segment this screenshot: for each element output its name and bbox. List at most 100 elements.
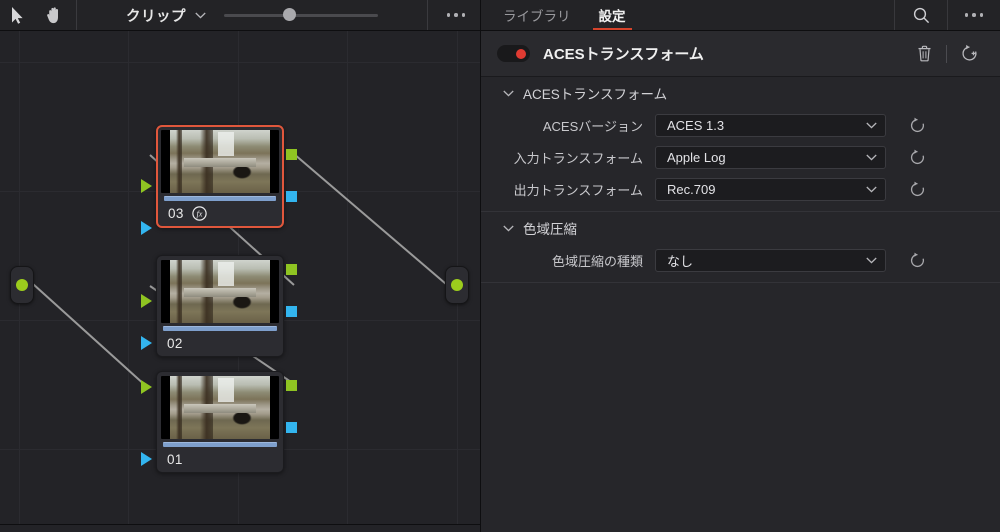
toolbar-center-group: クリップ [81, 5, 423, 26]
node-01-rgb-input[interactable] [141, 380, 152, 394]
node-graph-pane: クリップ 03 fx 02 01 [0, 0, 480, 532]
source-connector-node[interactable] [10, 266, 34, 304]
node-03-key-input[interactable] [141, 221, 152, 235]
chevron-down-icon [866, 186, 877, 193]
output-transform-select[interactable]: Rec.709 [655, 177, 886, 201]
grid-line [347, 31, 348, 525]
chevron-down-icon [866, 122, 877, 129]
reset-output-transform-button[interactable] [886, 181, 948, 198]
search-icon [913, 7, 930, 24]
zoom-slider[interactable] [224, 7, 378, 23]
tab-settings-label: 設定 [598, 9, 626, 24]
node-01-rgb-output[interactable] [286, 380, 297, 391]
input-transform-select[interactable]: Apple Log [655, 145, 886, 169]
node-03[interactable]: 03 fx [156, 125, 284, 228]
svg-text:fx: fx [196, 210, 202, 219]
row-label: 入力トランスフォーム [513, 150, 643, 166]
grid-line [0, 62, 480, 63]
effect-header: ACESトランスフォーム [481, 31, 1000, 77]
inspector-search-button[interactable] [894, 0, 947, 30]
node-02-key-input[interactable] [141, 336, 152, 350]
reset-input-transform-button[interactable] [886, 149, 948, 166]
chevron-down-icon [866, 257, 877, 264]
select-value: ACES 1.3 [667, 117, 725, 133]
select-arrow-icon[interactable] [0, 0, 36, 30]
zoom-slider-track [224, 14, 378, 17]
header-divider [946, 44, 947, 63]
node-02-key-output[interactable] [286, 306, 297, 317]
thumbnail-image [170, 260, 270, 323]
section-bottom-divider [481, 282, 1000, 283]
reset-icon [909, 149, 926, 166]
chevron-down-icon[interactable] [195, 12, 206, 19]
thumbnail-image [170, 376, 270, 439]
trash-icon [917, 45, 932, 62]
node-thumbnail [161, 376, 279, 439]
graph-bottom-divider [0, 524, 480, 525]
node-number: 02 [167, 336, 183, 351]
toggle-knob [516, 48, 526, 59]
reset-gamut-compression-button[interactable] [886, 252, 948, 269]
chevron-down-icon [866, 154, 877, 161]
tab-library[interactable]: ライブラリ [481, 0, 585, 30]
zoom-slider-thumb[interactable] [283, 8, 296, 21]
node-01[interactable]: 01 [156, 371, 284, 473]
reset-aces-version-button[interactable] [886, 117, 948, 134]
select-value: Rec.709 [667, 181, 716, 197]
section-aces-transform: ACESトランスフォーム ACESバージョン ACES 1.3 入力トランスフォ… [481, 77, 1000, 211]
node-label-row: 02 [157, 331, 283, 356]
more-options-icon [964, 13, 984, 17]
node-02-rgb-output[interactable] [286, 264, 297, 275]
fx-icon: fx [192, 206, 207, 221]
hand-pan-icon[interactable] [36, 0, 72, 30]
toolbar-divider-1 [76, 0, 77, 30]
graph-options-button[interactable] [432, 0, 480, 30]
node-thumbnail [161, 130, 279, 193]
node-graph-canvas[interactable]: 03 fx 02 01 [0, 31, 480, 525]
gamut-compression-type-select[interactable]: なし [655, 248, 886, 272]
reset-effect-button[interactable] [954, 44, 984, 63]
tab-bar-spacer [640, 0, 895, 30]
reset-icon [909, 181, 926, 198]
inspector-panel: ライブラリ 設定 ACESトランスフォーム ACESトランスフォーム ACESバ… [480, 0, 1000, 532]
node-01-key-output[interactable] [286, 422, 297, 433]
node-03-key-output[interactable] [286, 191, 297, 202]
output-connector-node[interactable] [445, 266, 469, 304]
tab-settings[interactable]: 設定 [585, 0, 640, 30]
row-gamut-compression-type: 色域圧縮の種類 なし [481, 244, 1000, 276]
node-03-rgb-input[interactable] [141, 179, 152, 193]
row-input-transform: 入力トランスフォーム Apple Log [481, 141, 1000, 173]
output-port-dot [451, 279, 463, 291]
chevron-down-icon[interactable] [503, 90, 514, 97]
node-thumbnail [161, 260, 279, 323]
thumbnail-image [170, 130, 270, 193]
node-label-row: 01 [157, 447, 283, 472]
resolve-color-page: クリップ 03 fx 02 01 ライブラリ 設定 ACESトランスフォーム A… [0, 0, 1000, 532]
node-02-rgb-input[interactable] [141, 294, 152, 308]
row-label: ACESバージョン [542, 118, 643, 134]
inspector-options-button[interactable] [947, 0, 1000, 30]
delete-effect-button[interactable] [909, 45, 939, 62]
section-title: ACESトランスフォーム [523, 87, 668, 102]
effect-enable-toggle[interactable] [497, 45, 530, 62]
select-value: Apple Log [667, 149, 726, 165]
section-aces-transform-header[interactable]: ACESトランスフォーム [481, 77, 1000, 109]
reset-version-icon [960, 44, 979, 63]
graph-mode-label: クリップ [126, 8, 186, 25]
aces-version-select[interactable]: ACES 1.3 [655, 113, 886, 137]
row-label: 出力トランスフォーム [513, 182, 643, 198]
node-number: 01 [167, 452, 183, 467]
node-number: 03 [168, 206, 184, 221]
row-aces-version: ACESバージョン ACES 1.3 [481, 109, 1000, 141]
node-02[interactable]: 02 [156, 255, 284, 357]
tab-library-label: ライブラリ [503, 9, 571, 24]
node-03-rgb-output[interactable] [286, 149, 297, 160]
grid-line [128, 31, 129, 525]
inspector-tab-bar: ライブラリ 設定 [481, 0, 1000, 31]
chevron-down-icon[interactable] [503, 225, 514, 232]
effect-title: ACESトランスフォーム [543, 46, 704, 63]
row-output-transform: 出力トランスフォーム Rec.709 [481, 173, 1000, 205]
section-gamut-compression-header[interactable]: 色域圧縮 [481, 212, 1000, 244]
reset-icon [909, 117, 926, 134]
node-01-key-input[interactable] [141, 452, 152, 466]
